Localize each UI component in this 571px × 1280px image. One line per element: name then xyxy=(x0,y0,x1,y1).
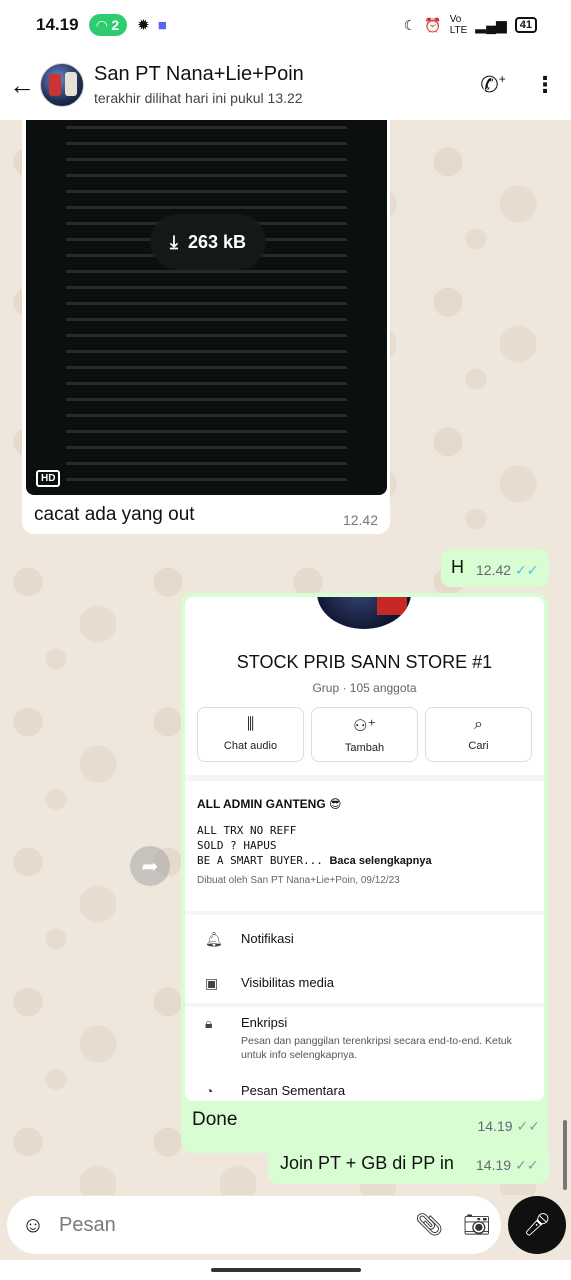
video-thumbnail[interactable]: ⤓ 263 kB HD xyxy=(26,120,387,495)
delivered-ticks-icon: ✓✓ xyxy=(515,1157,539,1173)
video-caption: cacat ada yang out xyxy=(34,504,195,525)
add-person-icon: ⚇⁺ xyxy=(353,718,376,735)
wifi-icon: ◠ xyxy=(96,16,108,33)
add-member-label: Tambah xyxy=(344,742,385,754)
settings-list: 🔔︎ Notifikasi ▣ Visibilitas media xyxy=(185,915,544,1003)
message-time: 12.42 xyxy=(342,512,378,528)
add-member-button: ⚇⁺ Tambah xyxy=(311,707,418,762)
forward-icon[interactable]: ➦ xyxy=(130,846,170,886)
delivered-ticks-icon: ✓✓ xyxy=(516,1118,540,1134)
description-title: ALL ADMIN GANTENG 😎 xyxy=(197,797,342,811)
security-list: 🔒︎ Enkripsi Pesan dan panggilan terenkri… xyxy=(185,1007,544,1101)
composer: ☺ 📎︎ 📷︎ xyxy=(7,1196,501,1254)
search-label: Cari xyxy=(468,740,489,752)
video-preview-text xyxy=(66,126,347,485)
temp-messages-row: ◔ Pesan Sementara xyxy=(205,1083,346,1099)
outgoing-message-h[interactable]: H 12.42 ✓✓ xyxy=(441,549,549,587)
signal-icon: ▂▄▆ xyxy=(475,16,507,33)
message-input[interactable] xyxy=(59,1213,405,1237)
chat-area[interactable]: ⤓ 263 kB HD cacat ada yang out 12.42 H 1… xyxy=(0,120,571,1195)
download-size: 263 kB xyxy=(187,231,246,252)
last-seen: terakhir dilihat hari ini pukul 13.22 xyxy=(94,90,303,106)
chat-audio-button: ⫼ Chat audio xyxy=(197,707,304,762)
hd-badge: HD xyxy=(36,470,61,487)
search-button: ⌕ Cari xyxy=(425,707,532,762)
avatar[interactable] xyxy=(40,63,84,107)
group-avatar xyxy=(317,597,411,629)
group-description: ALL ADMIN GANTENG 😎 ALL TRX NO REFF SOLD… xyxy=(185,781,544,911)
outgoing-message-join[interactable]: Join PT + GB di PP in 14.19 ✓✓ xyxy=(268,1144,549,1184)
image-icon: ▣ xyxy=(205,975,219,991)
message-text: Join PT + GB di PP in xyxy=(280,1153,454,1173)
nav-bar xyxy=(0,1260,571,1280)
camera-icon[interactable]: 📷︎ xyxy=(453,1212,501,1238)
mic-icon[interactable]: 🎤︎ xyxy=(508,1196,566,1254)
back-arrow-icon[interactable]: ← xyxy=(4,70,40,101)
chat-title-area[interactable]: San PT Nana+Lie+Poin terakhir dilihat ha… xyxy=(94,62,467,108)
description-text: ALL TRX NO REFF SOLD ? HAPUS BE A SMART … xyxy=(197,824,432,867)
message-text: H xyxy=(451,557,464,577)
status-right-icons: ☾ ⏰ Vo LTE ▂▄▆ 41 xyxy=(404,14,537,36)
download-icon: ⤓ xyxy=(169,231,178,252)
created-by: Dibuat oleh San PT Nana+Lie+Poin, 09/12/… xyxy=(197,875,400,886)
download-button[interactable]: ⤓ 263 kB xyxy=(150,214,266,270)
volte-icon: Vo LTE xyxy=(449,14,468,36)
read-more-link: Baca selengkapnya xyxy=(329,855,432,867)
message-time: 14.19 xyxy=(476,1157,512,1173)
moon-icon: ☾ xyxy=(403,16,417,33)
group-name: STOCK PRIB SANN STORE #1 xyxy=(236,652,493,672)
chat-header: ← San PT Nana+Lie+Poin terakhir dilihat … xyxy=(0,50,571,120)
group-info-header: STOCK PRIB SANN STORE #1 Grup · 105 angg… xyxy=(185,597,544,775)
more-options-icon[interactable]: ⋮ xyxy=(519,72,571,98)
image-caption: Done xyxy=(192,1109,238,1130)
audio-wave-icon: ⫼ xyxy=(246,716,255,733)
media-visibility-row: ▣ Visibilitas media xyxy=(205,975,334,991)
timer-icon: ◔ xyxy=(205,1083,214,1099)
battery-indicator: 41 xyxy=(514,17,537,33)
hotspot-count: 2 xyxy=(111,17,120,33)
discord-icon: ■ xyxy=(157,16,167,34)
sticker-icon[interactable]: ☺ xyxy=(7,1212,59,1238)
status-time: 14.19 xyxy=(36,15,79,34)
status-bar: 14.19 ◠ 2 ✹ ■ ☾ ⏰ Vo LTE ▂▄▆ 41 xyxy=(0,0,571,50)
message-time-wrap: 14.19 ✓✓ xyxy=(476,1157,539,1174)
lock-icon: 🔒︎ xyxy=(205,1015,213,1031)
hotspot-badge: ◠ 2 xyxy=(88,14,128,36)
chat-audio-label: Chat audio xyxy=(223,740,278,752)
group-meta: Grup · 105 anggota xyxy=(312,681,417,695)
settings-icon: ✹ xyxy=(137,17,150,34)
read-ticks-icon: ✓✓ xyxy=(515,562,539,578)
scrollbar[interactable] xyxy=(563,1120,567,1190)
message-time: 12.42 xyxy=(476,562,512,578)
encryption-row: 🔒︎ Enkripsi Pesan dan panggilan terenkri… xyxy=(205,1015,515,1062)
attach-icon[interactable]: 📎︎ xyxy=(405,1212,453,1238)
chat-title: San PT Nana+Lie+Poin xyxy=(94,63,304,85)
home-gesture-handle[interactable] xyxy=(211,1268,361,1272)
add-call-icon[interactable]: ✆+ xyxy=(467,72,519,98)
search-icon: ⌕ xyxy=(474,716,483,733)
notifications-row: 🔔︎ Notifikasi xyxy=(205,931,294,947)
message-time-wrap: 14.19 ✓✓ xyxy=(477,1118,540,1135)
bell-icon: 🔔︎ xyxy=(205,931,223,947)
message-time-wrap: 12.42 ✓✓ xyxy=(476,562,539,579)
encryption-subtext: Pesan dan panggilan terenkripsi secara e… xyxy=(241,1035,512,1061)
incoming-video-message[interactable]: ⤓ 263 kB HD cacat ada yang out 12.42 xyxy=(22,120,390,534)
outgoing-image-message[interactable]: STOCK PRIB SANN STORE #1 Grup · 105 angg… xyxy=(181,593,548,1153)
group-info-screenshot[interactable]: STOCK PRIB SANN STORE #1 Grup · 105 angg… xyxy=(185,597,544,1101)
message-time: 14.19 xyxy=(477,1118,513,1134)
alarm-icon: ⏰ xyxy=(424,16,442,33)
